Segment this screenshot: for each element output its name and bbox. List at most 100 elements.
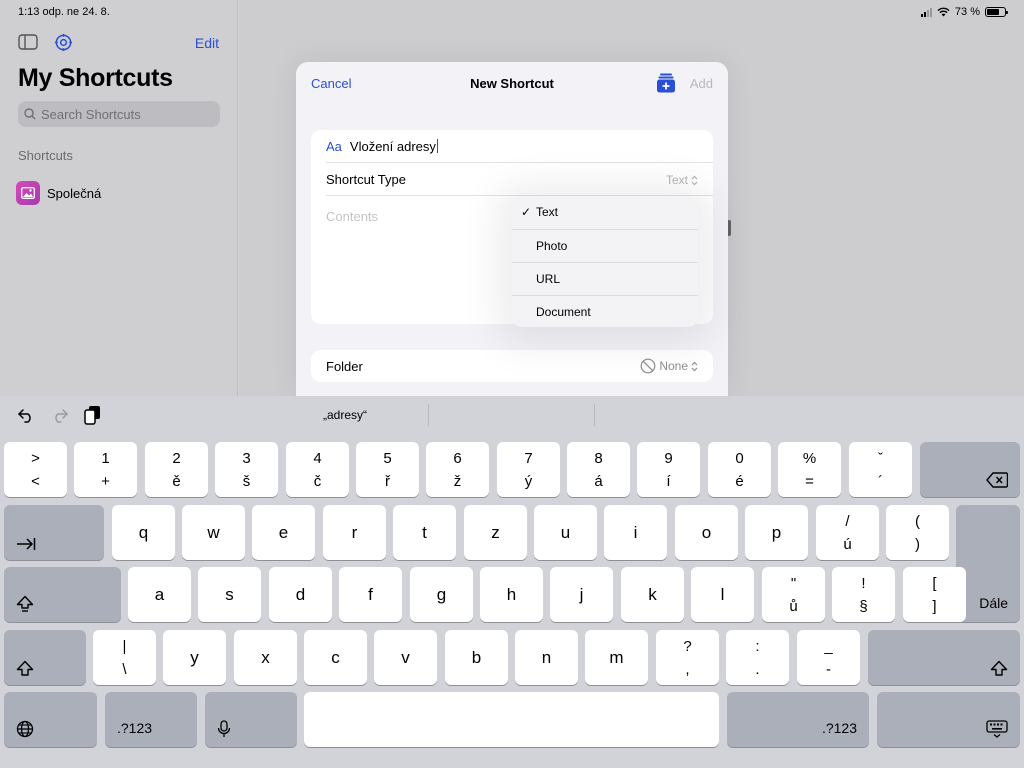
symbol-key[interactable]: 1 + xyxy=(74,442,137,497)
shift-left-key[interactable] xyxy=(4,630,86,685)
symbol-key[interactable]: ! § xyxy=(832,567,895,622)
symbol-key[interactable]: | \ xyxy=(93,630,156,685)
symbol-key[interactable]: 8á xyxy=(567,442,630,497)
add-button[interactable]: Add xyxy=(690,76,713,91)
symbol-key[interactable]: 6ž xyxy=(426,442,489,497)
key-h[interactable]: h xyxy=(480,567,543,622)
key-y[interactable]: y xyxy=(163,630,226,685)
symbol-key[interactable]: [] xyxy=(903,567,966,622)
key-x[interactable]: x xyxy=(234,630,297,685)
settings-gear-icon[interactable] xyxy=(54,33,73,52)
key-c[interactable]: c xyxy=(304,630,367,685)
symbol-key[interactable]: " ů xyxy=(762,567,825,622)
search-input[interactable]: Search Shortcuts xyxy=(18,101,220,127)
key-s[interactable]: s xyxy=(198,567,261,622)
shortcut-name-field[interactable]: Aa Vložení adresy xyxy=(326,139,713,154)
key-n[interactable]: n xyxy=(515,630,578,685)
symbol-key[interactable]: 4č xyxy=(286,442,349,497)
key-u[interactable]: u xyxy=(534,505,597,560)
dictation-key[interactable] xyxy=(205,692,297,747)
key-f[interactable]: f xyxy=(339,567,402,622)
key-top-label: 2 xyxy=(172,450,181,467)
sidebar-item-spolecna[interactable]: Společná xyxy=(16,181,101,205)
key-label: o xyxy=(701,522,712,542)
key-bottom-label: < xyxy=(31,473,40,490)
symbol-key[interactable]: :. xyxy=(726,630,789,685)
key-m[interactable]: m xyxy=(585,630,648,685)
menu-item-photo[interactable]: Photo xyxy=(512,229,698,262)
caps-lock-key[interactable] xyxy=(4,567,121,622)
sidebar-item-label: Společná xyxy=(47,185,102,201)
key-e[interactable]: e xyxy=(252,505,315,560)
paste-icon[interactable] xyxy=(84,405,101,425)
key-d[interactable]: d xyxy=(269,567,332,622)
symbol-key[interactable]: > < xyxy=(4,442,67,497)
folder-row[interactable]: Folder None xyxy=(326,358,713,374)
hide-keyboard-key[interactable] xyxy=(877,692,1020,747)
shortcut-type-row[interactable]: Shortcut Type Text xyxy=(326,172,713,187)
key-top-label: 9 xyxy=(664,450,673,467)
key-r[interactable]: r xyxy=(323,505,386,560)
folder-card[interactable]: Folder None xyxy=(311,350,713,382)
add-to-stack-icon[interactable] xyxy=(657,73,675,93)
space-key[interactable] xyxy=(304,692,719,747)
key-g[interactable]: g xyxy=(410,567,473,622)
key-q[interactable]: q xyxy=(112,505,175,560)
battery-percent: 73 % xyxy=(954,6,980,18)
key-p[interactable]: p xyxy=(745,505,808,560)
key-top-label: % xyxy=(802,450,817,467)
folder-select[interactable]: None xyxy=(640,358,698,374)
symbol-key[interactable]: ?, xyxy=(656,630,719,685)
key-top-label: | xyxy=(122,638,127,655)
numbers-left-key[interactable]: .?123 xyxy=(105,692,197,747)
microphone-icon xyxy=(217,720,231,737)
key-j[interactable]: j xyxy=(550,567,613,622)
chevron-updown-icon xyxy=(691,175,698,185)
key-label: x xyxy=(261,647,270,667)
symbol-key[interactable]: _ - xyxy=(797,630,860,685)
menu-item-url[interactable]: URL xyxy=(512,262,698,295)
globe-key[interactable] xyxy=(4,692,97,747)
numbers-right-key[interactable]: .?123 xyxy=(727,692,869,747)
key-label: h xyxy=(506,584,517,604)
symbol-key[interactable]: / ú xyxy=(816,505,879,560)
tab-key[interactable] xyxy=(4,505,104,560)
key-label: v xyxy=(401,647,410,667)
key-w[interactable]: w xyxy=(182,505,245,560)
key-top-label: ( xyxy=(915,513,920,530)
text-format-icon: Aa xyxy=(326,139,342,154)
symbol-key[interactable]: ˇ ´ xyxy=(849,442,912,497)
key-v[interactable]: v xyxy=(374,630,437,685)
symbol-key[interactable]: 2ě xyxy=(145,442,208,497)
undo-icon[interactable] xyxy=(17,407,35,423)
symbol-key[interactable]: 9í xyxy=(637,442,700,497)
menu-item-document[interactable]: Document xyxy=(512,295,698,328)
shift-right-key[interactable] xyxy=(868,630,1020,685)
symbol-key[interactable]: 5ř xyxy=(356,442,419,497)
key-o[interactable]: o xyxy=(675,505,738,560)
delete-key[interactable] xyxy=(920,442,1020,497)
key-t[interactable]: t xyxy=(393,505,456,560)
key-l[interactable]: l xyxy=(691,567,754,622)
symbol-key[interactable]: () xyxy=(886,505,949,560)
symbol-key[interactable]: % = xyxy=(778,442,841,497)
menu-item-text[interactable]: ✓ Text xyxy=(512,196,698,229)
edit-button[interactable]: Edit xyxy=(195,35,219,51)
key-k[interactable]: k xyxy=(621,567,684,622)
sidebar-toggle-icon[interactable] xyxy=(18,34,38,50)
key-z[interactable]: z xyxy=(464,505,527,560)
numbers-key-label: .?123 xyxy=(821,720,857,736)
key-bottom-label: ú xyxy=(843,536,852,553)
caps-lock-icon xyxy=(16,595,34,612)
key-b[interactable]: b xyxy=(445,630,508,685)
shortcut-type-select[interactable]: Text xyxy=(666,173,698,187)
key-a[interactable]: a xyxy=(128,567,191,622)
symbol-key[interactable]: 0é xyxy=(708,442,771,497)
suggestion-1[interactable]: „adresy“ xyxy=(262,408,428,422)
symbol-key[interactable]: 3š xyxy=(215,442,278,497)
redo-icon[interactable] xyxy=(51,407,69,423)
symbol-key[interactable]: 7ý xyxy=(497,442,560,497)
key-i[interactable]: i xyxy=(604,505,667,560)
key-top-label: / xyxy=(845,513,850,530)
chevron-updown-icon xyxy=(691,361,698,371)
